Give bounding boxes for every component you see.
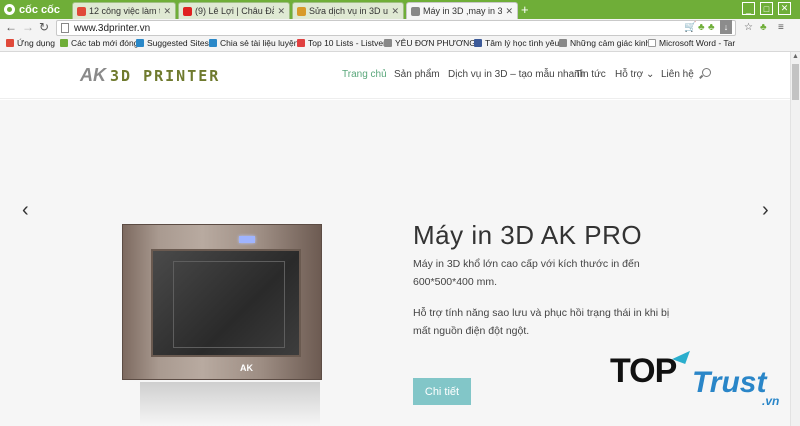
back-icon[interactable]: ← — [5, 20, 17, 34]
forward-icon[interactable]: → — [22, 20, 34, 34]
browser-brand-label: cốc cốc — [19, 3, 60, 16]
window-close-button[interactable]: ✕ — [778, 2, 791, 15]
toptrust-watermark: TOP Trust .vn — [610, 346, 790, 416]
page-icon — [61, 23, 69, 33]
bookmark-tam-ly-hoc[interactable]: Tâm lý học tình yêu — [474, 38, 559, 48]
minimize-button[interactable]: _ — [742, 2, 755, 15]
menu-news[interactable]: Tin tức — [575, 69, 606, 80]
scrollbar-thumb[interactable] — [792, 64, 799, 100]
history-icon — [60, 39, 68, 47]
new-tab-button[interactable]: + — [521, 2, 529, 17]
menu-support[interactable]: Hỗ trợ ⌄ — [615, 69, 654, 80]
bookmarks-bar: Ứng dụng Các tab mới đóng Suggested Site… — [0, 37, 800, 52]
slide-description-1: Máy in 3D khổ lớn cao cấp với kích thước… — [413, 258, 640, 288]
watermark-vn: .vn — [762, 394, 780, 408]
menu-home[interactable]: Trang chủ — [342, 69, 387, 80]
close-icon[interactable]: ✕ — [391, 6, 399, 17]
slide-description-2: Hỗ trợ tính năng sao lưu và phục hồi trạ… — [413, 307, 670, 337]
youtube-icon — [183, 6, 192, 16]
bookmark-suggested-sites[interactable]: Suggested Sites — [136, 38, 209, 48]
slide-title: Máy in 3D AK PRO — [413, 220, 643, 250]
tab-1[interactable]: 12 công việc làm thêm vào ✕ — [72, 2, 176, 19]
close-icon[interactable]: ✕ — [163, 6, 171, 17]
menu-icon[interactable]: ≡ — [778, 22, 784, 33]
detail-button[interactable]: Chi tiết — [413, 378, 471, 405]
site-logo[interactable]: AK 3D PRINTER — [80, 65, 220, 86]
bookmark-apps[interactable]: Ứng dụng — [6, 38, 55, 48]
document-icon — [648, 39, 656, 47]
bookmark-label: Tâm lý học tình yêu — [485, 38, 560, 48]
search-icon[interactable] — [702, 68, 711, 77]
maximize-button[interactable]: □ — [760, 2, 773, 15]
bookmark-favicon-icon — [559, 39, 567, 47]
menu-products[interactable]: Sản phẩm — [394, 69, 440, 80]
browser-brand[interactable]: cốc cốc — [0, 0, 70, 19]
apps-grid-icon — [6, 39, 14, 47]
url-text: www.3dprinter.vn — [74, 22, 151, 34]
watermark-trust: Trust — [692, 366, 767, 399]
bookmark-label: Top 10 Lists - Listver — [308, 38, 386, 48]
leaf-icon[interactable]: ♣ — [698, 22, 705, 33]
logo-mark: AK — [80, 65, 106, 85]
bing-icon — [136, 39, 144, 47]
facebook-icon — [474, 39, 482, 47]
bookmark-chia-se[interactable]: Chia sẻ tài liệu luyện — [209, 38, 298, 48]
tab-4-active[interactable]: Máy in 3D ,may in 3d ,3D p ✕ — [406, 2, 518, 19]
star-icon[interactable]: ☆ — [744, 22, 753, 33]
extension-icon[interactable]: ♣ — [760, 22, 767, 33]
menu-contact[interactable]: Liên hệ — [661, 69, 694, 80]
bookmark-label: Những cảm giác kinh — [570, 38, 651, 48]
bookmark-label: Ứng dụng — [17, 38, 55, 48]
bookmark-label: Microsoft Word - Tar — [659, 38, 736, 48]
printer-reflection — [140, 382, 320, 426]
site-header: AK 3D PRINTER Trang chủ Sản phẩm Dịch vụ… — [0, 52, 790, 99]
close-icon[interactable]: ✕ — [277, 6, 285, 17]
bookmark-recent-tabs[interactable]: Các tab mới đóng — [60, 38, 138, 48]
watermark-top: TOP — [610, 352, 677, 390]
slider-prev-icon[interactable]: ‹ — [22, 199, 29, 222]
tab-3[interactable]: Sửa dịch vụ in 3D uy tín v ✕ — [292, 2, 404, 19]
bookmark-label: Suggested Sites — [147, 38, 209, 48]
coccoc-logo-icon — [4, 4, 15, 15]
bookmark-nhung-cam-giac[interactable]: Những cảm giác kinh — [559, 38, 650, 48]
url-field[interactable]: www.3dprinter.vn — [56, 20, 736, 36]
tab-favicon-icon — [77, 6, 86, 16]
bookmark-label: YÊU ĐƠN PHƯƠNG — [395, 38, 476, 48]
download-icon[interactable]: ↓ — [720, 20, 732, 34]
bookmark-yeu-don-phuong[interactable]: YÊU ĐƠN PHƯƠNG — [384, 38, 476, 48]
tab-2[interactable]: (9) Lê Lợi | Châu Đằng ✕ — [178, 2, 290, 19]
printer-display — [239, 236, 255, 243]
menu-3d-service[interactable]: Dịch vụ in 3D – tạo mẫu nhanh — [448, 69, 585, 80]
bookmark-favicon-icon — [297, 39, 305, 47]
tab-favicon-icon — [297, 6, 306, 16]
logo-text: 3D PRINTER — [110, 66, 221, 85]
bookmark-favicon-icon — [209, 39, 217, 47]
address-bar-row: ← → ↻ www.3dprinter.vn 🛒 ♣ ♣ ☆ ♣ ≡ — [0, 19, 800, 37]
printer-badge: AK — [240, 363, 253, 373]
bookmark-top10[interactable]: Top 10 Lists - Listver — [297, 38, 386, 48]
bookmark-label: Chia sẻ tài liệu luyện — [220, 38, 299, 48]
bookmark-microsoft-word[interactable]: Microsoft Word - Tar — [648, 38, 735, 48]
printer-window — [151, 249, 301, 357]
tab-title: 12 công việc làm thêm vào — [89, 6, 160, 16]
ak-favicon-icon — [411, 6, 420, 16]
tab-title: Máy in 3D ,may in 3d ,3D p — [423, 6, 503, 16]
slider-next-icon[interactable]: › — [762, 199, 769, 222]
scroll-up-icon[interactable]: ▲ — [792, 53, 799, 60]
bookmark-label: Các tab mới đóng — [71, 38, 139, 48]
close-icon[interactable]: ✕ — [505, 6, 513, 17]
tab-title: Sửa dịch vụ in 3D uy tín v — [309, 6, 389, 16]
printer-image: AK — [122, 224, 322, 380]
page-scrollbar[interactable]: ▲ — [790, 52, 800, 426]
leaf-icon-2[interactable]: ♣ — [708, 22, 715, 33]
reload-icon[interactable]: ↻ — [39, 20, 49, 34]
tab-strip: cốc cốc 12 công việc làm thêm vào ✕ (9) … — [0, 0, 800, 19]
bookmark-favicon-icon — [384, 39, 392, 47]
tab-title: (9) Lê Lợi | Châu Đằng — [195, 6, 274, 16]
cart-icon[interactable]: 🛒 — [684, 22, 696, 33]
